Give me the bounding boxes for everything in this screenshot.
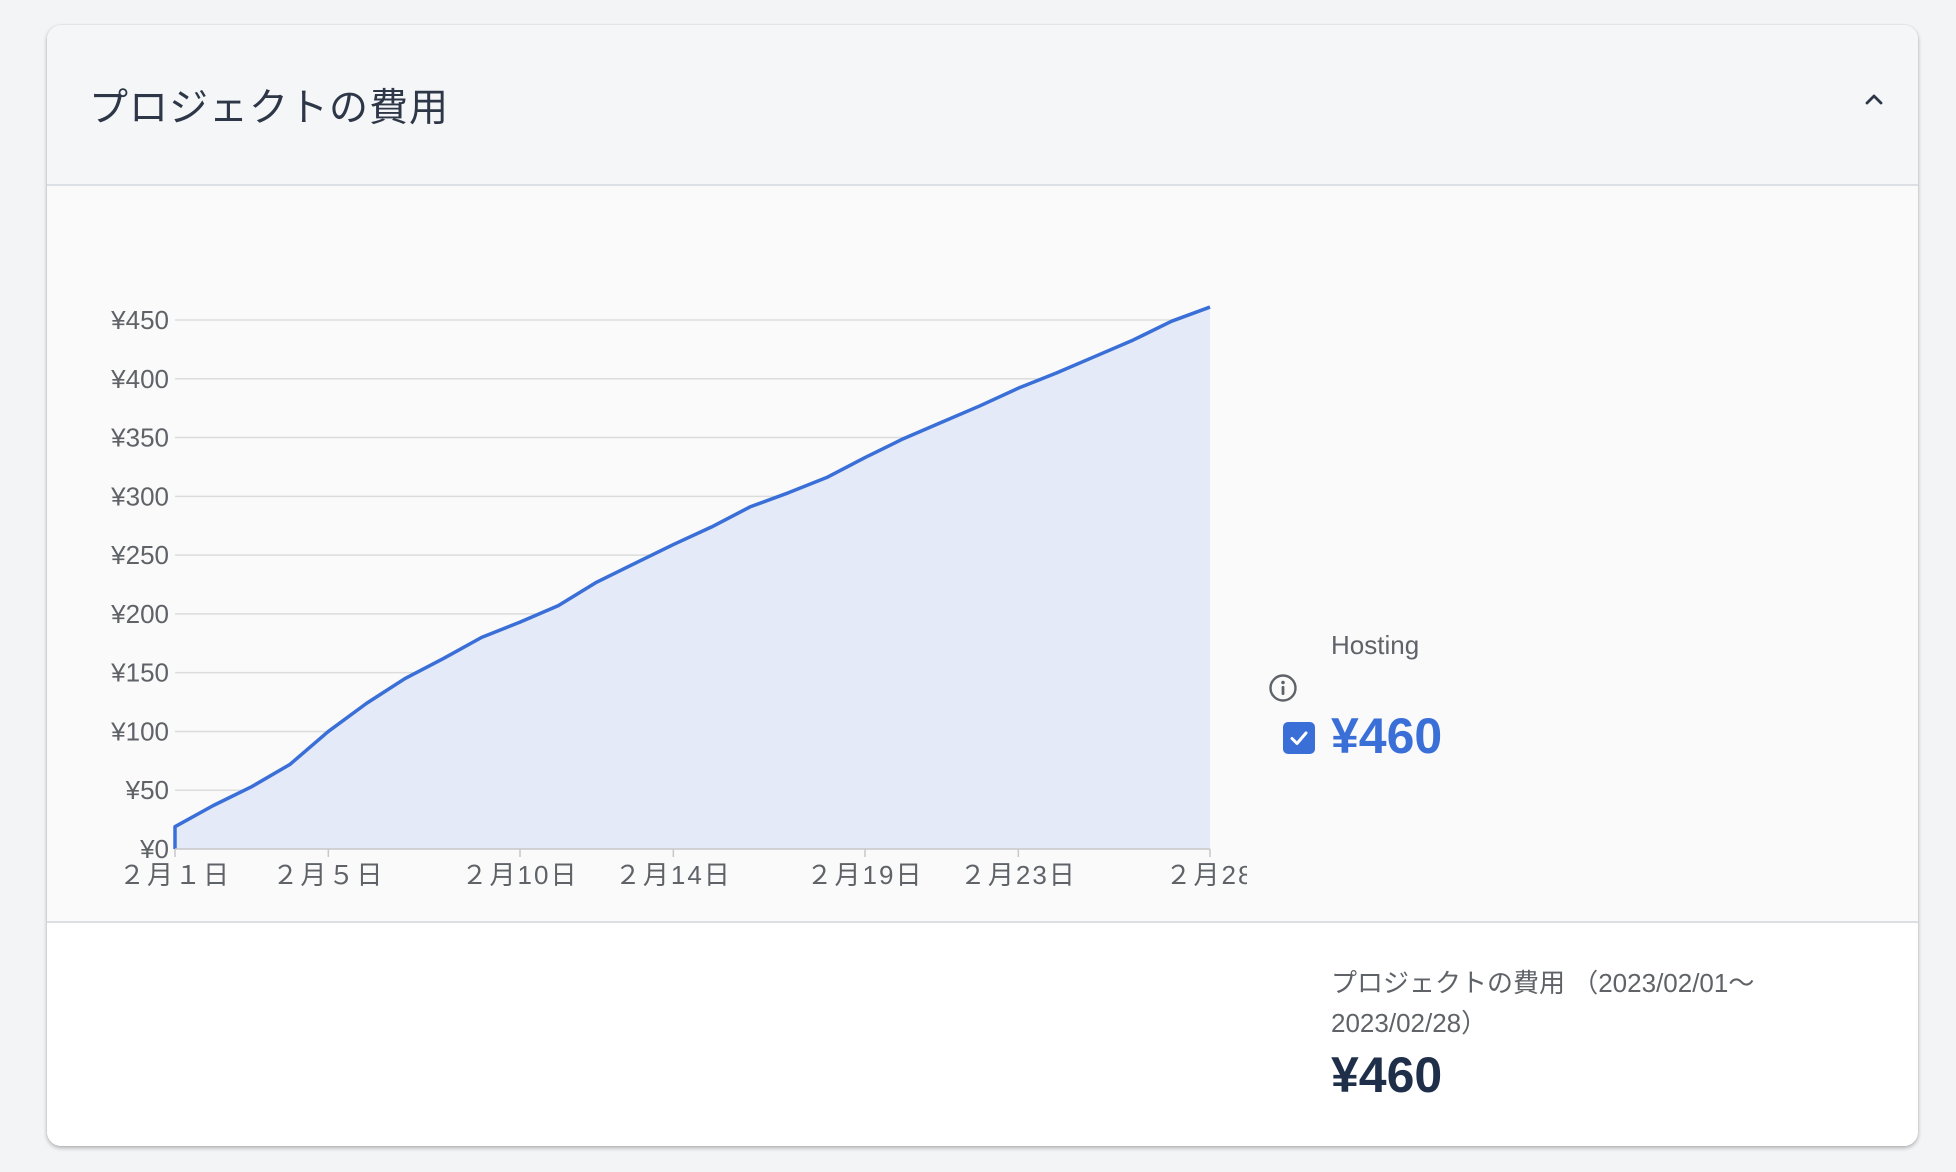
x-tick-label: ２月23日 <box>960 860 1077 886</box>
card-footer: プロジェクトの費用 （2023/02/01〜2023/02/28） ¥460 <box>47 921 1918 1146</box>
y-tick-label: ¥50 <box>125 775 169 805</box>
y-tick-label: ¥300 <box>110 481 169 511</box>
card-header: プロジェクトの費用 <box>47 25 1918 186</box>
cost-total: ¥460 <box>1331 1047 1443 1103</box>
x-tick-label: ２月10日 <box>462 860 579 886</box>
cost-chart: ¥0¥50¥100¥150¥200¥250¥300¥350¥400¥450２月１… <box>110 305 1247 886</box>
legend-series-name: Hosting <box>1331 630 1420 660</box>
series-area <box>175 307 1210 850</box>
chart-area: ¥0 ¥50 ¥100 ¥150 ¥200 ¥250 ¥300 ¥350 ¥400 ¥450 ２月１… <box>47 186 1918 922</box>
chevron-up-icon <box>1865 94 1883 105</box>
legend-checkbox[interactable] <box>1283 722 1315 754</box>
y-tick-label: ¥200 <box>110 599 169 629</box>
y-tick-label: ¥350 <box>110 423 169 453</box>
info-icon[interactable] <box>1267 672 1299 704</box>
y-tick-label: ¥250 <box>110 540 169 570</box>
x-tick-label: ２月５日 <box>272 860 384 886</box>
y-tick-label: ¥150 <box>110 658 169 688</box>
x-tick-label: ２月１日 <box>119 860 231 886</box>
cost-period-label: プロジェクトの費用 （2023/02/01〜2023/02/28） <box>1331 968 1755 1038</box>
y-tick-label: ¥400 <box>110 364 169 394</box>
check-icon <box>1290 731 1308 745</box>
y-tick-label: ¥100 <box>110 716 169 746</box>
y-tick-label: ¥450 <box>110 305 169 335</box>
x-tick-label: ２月19日 <box>807 860 924 886</box>
x-tick-label: ２月28 <box>1166 860 1247 886</box>
x-tick-label: ２月14日 <box>615 860 732 886</box>
collapse-button[interactable] <box>1852 77 1896 121</box>
legend-value: ¥460 <box>1331 708 1443 764</box>
project-cost-card: プロジェクトの費用 ¥0 ¥50 ¥100 ¥150 ¥200 ¥250 ¥300 ¥350 ¥… <box>47 25 1918 1146</box>
card-title: プロジェクトの費用 <box>89 87 450 130</box>
